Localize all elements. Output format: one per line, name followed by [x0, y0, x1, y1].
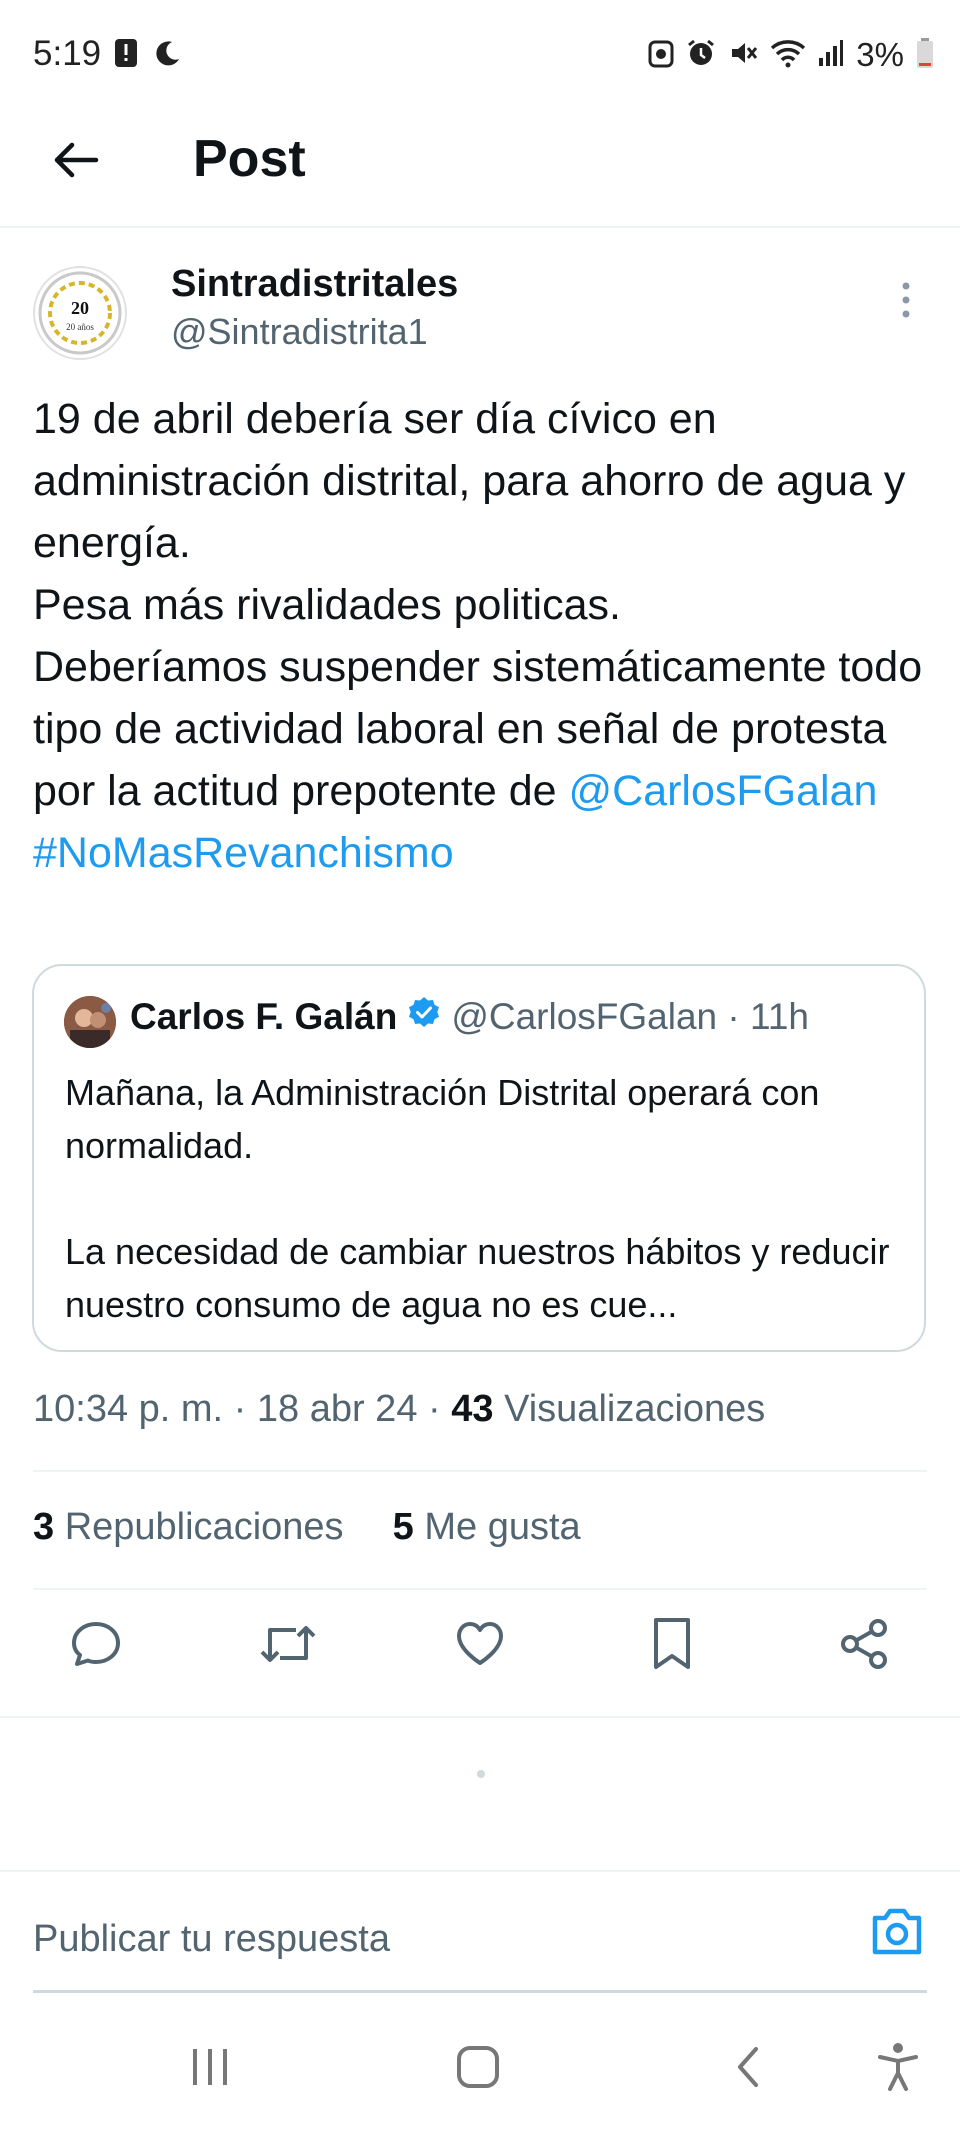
- accessibility-button[interactable]: [866, 2037, 930, 2101]
- share-button[interactable]: [828, 1610, 900, 1682]
- status-bar: 5:19 3%: [0, 0, 960, 110]
- battery-icon: [916, 37, 934, 74]
- post-metadata: 10:34 p. m. · 18 abr 24 · 43 Visualizaci…: [33, 1388, 765, 1431]
- more-options-button[interactable]: [888, 280, 924, 324]
- back-button[interactable]: [44, 130, 108, 194]
- views-label: Visualizaciones: [493, 1388, 766, 1430]
- views-count: 43: [451, 1388, 494, 1430]
- reply-input-underline: [33, 1990, 927, 1993]
- post-stats: 3 Republicaciones 5 Me gusta: [33, 1506, 581, 1549]
- quoted-post-card[interactable]: Carlos F. Galán @CarlosFGalan · 11h Maña…: [32, 964, 926, 1352]
- author-avatar[interactable]: 20 20 años: [33, 266, 127, 360]
- alert-icon: [114, 38, 138, 73]
- author-handle[interactable]: @Sintradistrita1: [171, 311, 428, 353]
- likes-stat[interactable]: 5 Me gusta: [393, 1506, 581, 1548]
- reply-icon: [68, 1616, 124, 1677]
- divider: [33, 1470, 927, 1472]
- mention-link[interactable]: @CarlosFGalan: [568, 767, 877, 815]
- quoted-paragraph-1: Mañana, la Administración Distrital oper…: [65, 1072, 820, 1166]
- home-button[interactable]: [446, 2037, 510, 2101]
- battery-percent: 3%: [856, 36, 904, 73]
- svg-text:20 años: 20 años: [66, 322, 94, 332]
- recent-apps-button[interactable]: [178, 2037, 242, 2101]
- post-text-line: Pesa más rivalidades politicas.: [33, 581, 621, 629]
- divider: [33, 1588, 927, 1590]
- reposts-stat[interactable]: 3 Republicaciones: [33, 1506, 344, 1548]
- post-text-line: #NoMasRevanchismo: [33, 822, 933, 884]
- reposts-label: Republicaciones: [54, 1506, 344, 1548]
- likes-count: 5: [392, 1506, 414, 1548]
- quoted-author-handle-time: @CarlosFGalan · 11h: [451, 995, 809, 1037]
- wifi-icon: [770, 38, 806, 73]
- quoted-paragraph-spacer: [65, 1172, 905, 1225]
- verified-badge-icon: [407, 995, 441, 1038]
- chevron-left-icon: [730, 2043, 766, 2096]
- recent-apps-icon: [185, 2045, 235, 2094]
- camera-icon: [867, 1908, 927, 1964]
- status-right-icons: 3%: [648, 36, 934, 74]
- like-icon: [452, 1616, 508, 1677]
- quoted-author-name: Carlos F. Galán: [130, 995, 398, 1037]
- system-back-button[interactable]: [716, 2037, 780, 2101]
- post-text-line: 19 de abril debería ser día cívico en ad…: [33, 395, 906, 567]
- status-left-icons: [114, 38, 182, 73]
- like-button[interactable]: [444, 1610, 516, 1682]
- svg-text:20: 20: [71, 298, 89, 318]
- bookmark-button[interactable]: [636, 1610, 708, 1682]
- post-text-line: Deberíamos suspender sistemáticamente to…: [33, 636, 933, 822]
- system-navigation-bar: [0, 2005, 960, 2133]
- post-text: 19 de abril debería ser día cívico en ad…: [33, 388, 933, 884]
- repost-button[interactable]: [252, 1610, 324, 1682]
- battery-saver-icon: [648, 38, 674, 73]
- loading-indicator: [477, 1770, 485, 1778]
- reply-button[interactable]: [60, 1610, 132, 1682]
- mute-icon: [728, 38, 758, 73]
- moon-icon: [152, 38, 182, 73]
- quoted-paragraph-2: La necesidad de cambiar nuestros hábitos…: [65, 1231, 890, 1325]
- divider: [0, 1716, 960, 1718]
- hashtag-link[interactable]: #NoMasRevanchismo: [33, 829, 454, 877]
- camera-button[interactable]: [867, 1904, 927, 1960]
- author-name[interactable]: Sintradistritales: [171, 263, 458, 306]
- home-icon: [454, 2043, 502, 2096]
- quoted-post-header: Carlos F. Galán @CarlosFGalan · 11h: [130, 995, 809, 1038]
- top-app-bar: Post: [0, 110, 960, 228]
- alarm-icon: [686, 38, 716, 73]
- repost-icon: [258, 1616, 318, 1677]
- accessibility-icon: [876, 2041, 920, 2098]
- signal-icon: [818, 38, 844, 73]
- page-title: Post: [193, 130, 306, 188]
- post-timestamp: 10:34 p. m. · 18 abr 24 ·: [33, 1388, 452, 1430]
- quoted-author-avatar: [64, 996, 116, 1048]
- share-icon: [836, 1616, 892, 1677]
- reply-composer: Publicar tu respuesta: [0, 1870, 960, 1994]
- arrow-left-icon: [52, 140, 100, 185]
- status-time: 5:19: [33, 34, 102, 73]
- likes-label: Me gusta: [413, 1506, 581, 1548]
- more-vertical-icon: [888, 282, 924, 328]
- action-bar: [0, 1610, 960, 1696]
- reposts-count: 3: [33, 1506, 55, 1548]
- reply-input[interactable]: Publicar tu respuesta: [33, 1918, 390, 1961]
- bookmark-icon: [647, 1615, 697, 1678]
- quoted-post-text: Mañana, la Administración Distrital oper…: [65, 1066, 905, 1331]
